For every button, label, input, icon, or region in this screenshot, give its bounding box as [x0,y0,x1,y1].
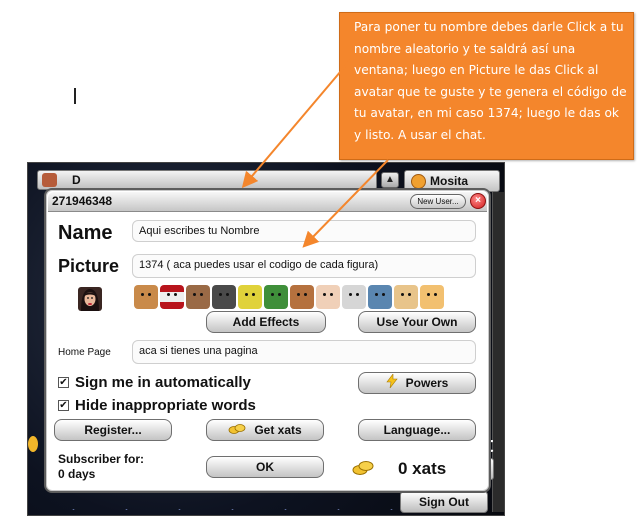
name-field[interactable]: Aqui escribes tu Nombre [132,220,476,242]
elder-avatar[interactable] [394,285,418,309]
page: D ▲ ▼ Mosita t Sign Out 271946348 New Us… [0,0,640,521]
add-effects-button[interactable]: Add Effects [206,311,326,333]
cow-avatar[interactable] [134,285,158,309]
ok-button[interactable]: OK [206,456,324,478]
dragon-avatar[interactable] [368,285,392,309]
picture-label: Picture [58,256,120,276]
subscriber-label: Subscriber for: [58,452,145,466]
scroll-up-arrow-icon[interactable]: ▲ [381,172,399,188]
lightning-icon [386,372,398,394]
picture-field[interactable]: 1374 ( aca puedes usar el codigo de cada… [132,254,476,278]
sign-in-auto-label: Sign me in automatically [75,374,251,391]
smiley-icon [411,174,426,189]
hide-words-label: Hide inappropriate words [75,397,256,414]
home-page-field[interactable]: aca si tienes una pagina [132,340,476,364]
hide-words-checkbox[interactable]: ✔ [58,400,69,411]
home-page-label: Home Page [58,347,111,358]
language-button[interactable]: Language... [358,419,476,441]
xats-balance: 0 xats [398,459,447,478]
subscriber-info: Subscriber for: 0 days [58,452,144,482]
hide-words-row[interactable]: ✔ Hide inappropriate words [58,397,256,414]
get-xats-label: Get xats [254,423,302,437]
avatar-picker [134,285,484,311]
coins-icon [228,421,246,441]
old-man-avatar[interactable] [342,285,366,309]
left-smiley-icon [28,436,38,452]
soda-can-avatar[interactable] [160,285,184,309]
girl-avatar[interactable] [316,285,340,309]
text-cursor [74,88,76,104]
subscriber-value: 0 days [58,467,96,481]
sign-in-auto-row[interactable]: ✔ Sign me in automatically [58,374,251,391]
green-man-avatar[interactable] [238,285,262,309]
beard-man-avatar[interactable] [186,285,210,309]
use-your-own-button[interactable]: Use Your Own [358,311,476,333]
callout-text: Para poner tu nombre debes darle Click a… [354,20,627,142]
xats-coins-icon [352,460,374,481]
close-icon[interactable]: × [470,193,486,209]
kangaroo-avatar[interactable] [290,285,314,309]
instruction-callout: Para poner tu nombre debes darle Click a… [339,12,634,160]
sign-out-button[interactable]: Sign Out [400,491,488,513]
dialog-title-bar: 271946348 New User... × [48,192,487,212]
top-user-name: D [72,173,81,187]
powers-button[interactable]: Powers [358,372,476,394]
current-avatar [78,287,102,311]
user-list-name: Mosita [430,174,469,188]
chat-top-bar[interactable]: D [37,170,377,190]
sign-in-auto-checkbox[interactable]: ✔ [58,377,69,388]
powers-label: Powers [405,376,449,390]
rocket-avatar[interactable] [264,285,288,309]
dark-hair-avatar[interactable] [212,285,236,309]
name-label: Name [58,222,113,244]
smiley-avatar[interactable] [420,285,444,309]
profile-dialog: 271946348 New User... × Name Aqui escrib… [44,188,491,493]
get-xats-button[interactable]: Get xats [206,419,324,441]
user-avatar-icon [42,173,57,187]
new-user-button[interactable]: New User... [410,194,466,209]
user-id: 271946348 [52,194,113,208]
register-button[interactable]: Register... [54,419,172,441]
